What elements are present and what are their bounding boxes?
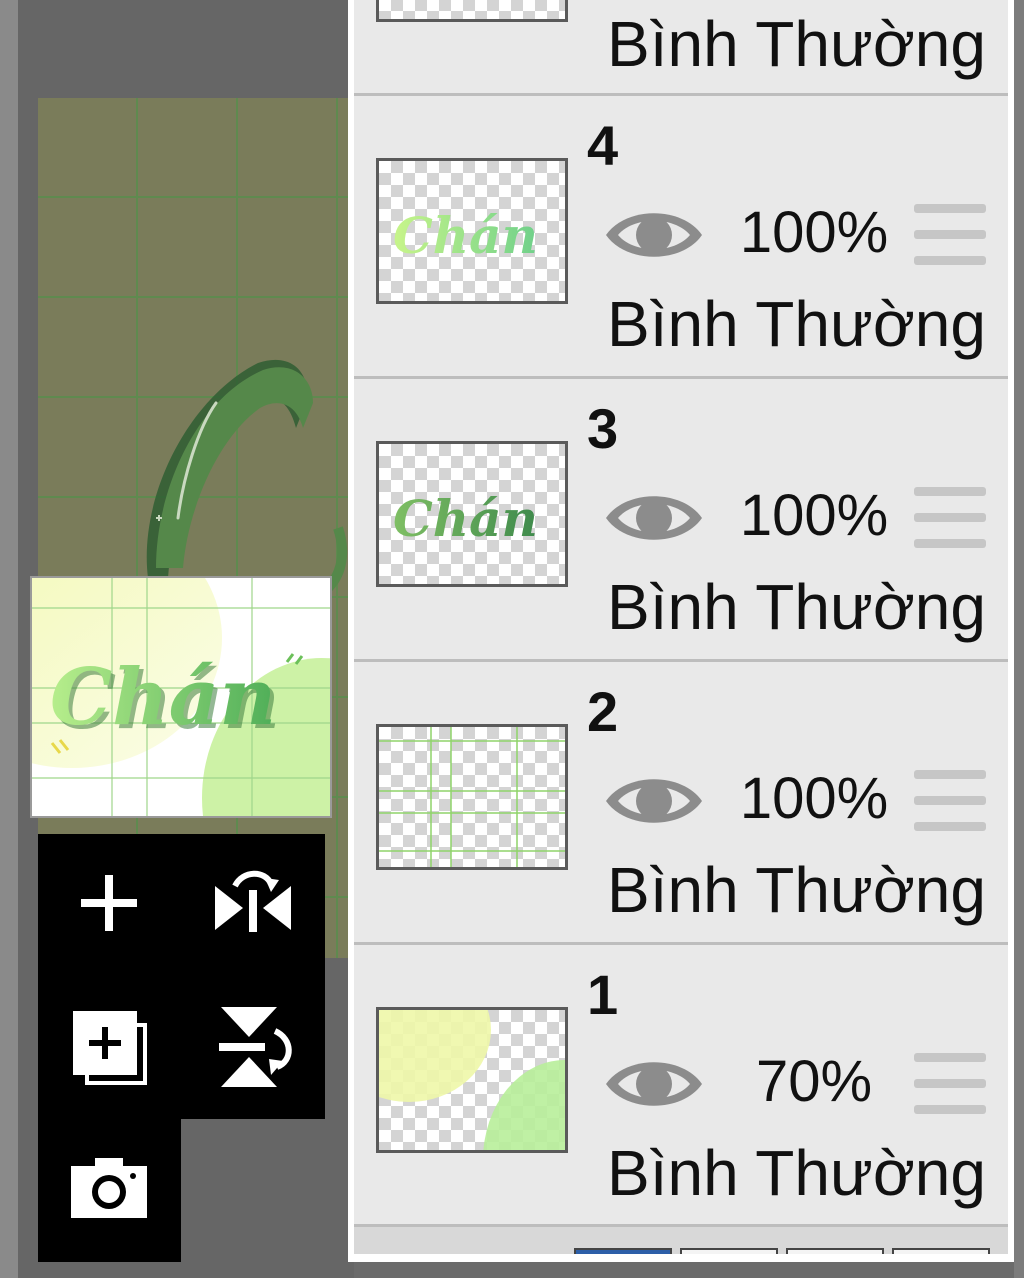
layer-row-3[interactable]: 3 Chán 100% Bình Thường	[354, 379, 1008, 662]
opacity-value[interactable]: 100%	[734, 487, 894, 545]
add-button[interactable]	[54, 848, 164, 958]
visibility-eye-icon[interactable]	[604, 485, 704, 551]
layer-thumbnail[interactable]: Chán	[376, 158, 568, 304]
flip-vertical-button[interactable]	[198, 992, 308, 1102]
flip-vertical-icon	[219, 1007, 292, 1087]
drag-handle-icon[interactable]	[914, 487, 986, 549]
layer-4-artwork: Chán	[393, 206, 538, 265]
layers-bottom-bar	[354, 1224, 1008, 1254]
visibility-eye-icon[interactable]	[604, 202, 704, 268]
thumb-text: Chán	[393, 489, 538, 548]
opacity-value[interactable]: 70%	[734, 1053, 894, 1111]
drag-handle-icon[interactable]	[914, 1053, 986, 1115]
bottom-thumb[interactable]	[574, 1248, 672, 1254]
camera-icon	[71, 1158, 147, 1218]
layer-1-artwork	[379, 1010, 565, 1150]
layer-number: 2	[587, 680, 619, 743]
blend-mode-label[interactable]: Bình Thường	[607, 292, 986, 356]
visibility-eye-icon[interactable]	[604, 1051, 704, 1117]
bottom-thumb[interactable]	[786, 1248, 884, 1254]
blend-mode-label[interactable]: Bình Thường	[607, 858, 986, 922]
thumb-text: Chán	[393, 206, 538, 265]
left-edge-strip	[0, 0, 18, 1278]
layers-panel: Bình Thường 4 Chán 100% Bình Thường 3 Ch…	[348, 0, 1014, 1262]
right-edge-strip	[1014, 0, 1024, 1278]
layer-number: 4	[587, 114, 619, 177]
layer-number: 3	[587, 397, 619, 460]
layer-thumbnail[interactable]	[376, 1007, 568, 1153]
canvas-preview[interactable]: Chán Chán	[30, 576, 332, 818]
add-layer-icon	[73, 1011, 147, 1085]
layer-row-2[interactable]: 2 100% Bình Thường	[354, 662, 1008, 945]
drag-handle-icon[interactable]	[914, 204, 986, 266]
drag-handle-icon[interactable]	[914, 770, 986, 832]
layer-2-artwork	[379, 727, 565, 867]
preview-title-text: Chán	[50, 652, 276, 743]
bottom-thumb[interactable]	[680, 1248, 778, 1254]
blend-mode-label[interactable]: Bình Thường	[607, 575, 986, 639]
drawing-canvas[interactable]	[38, 98, 354, 958]
layer-row-partial[interactable]: Bình Thường	[354, 0, 1008, 96]
opacity-value[interactable]: 100%	[734, 770, 894, 828]
flip-horizontal-icon	[215, 870, 291, 932]
opacity-value[interactable]: 100%	[734, 204, 894, 262]
layer-row-1[interactable]: 1 70% Bình Thường	[354, 945, 1008, 1227]
visibility-eye-icon[interactable]	[604, 768, 704, 834]
layer-thumbnail[interactable]: Chán	[376, 441, 568, 587]
tool-palette	[38, 834, 325, 1119]
preview-artwork: Chán Chán	[32, 578, 330, 816]
add-layer-button[interactable]	[54, 992, 164, 1102]
layer-thumbnail[interactable]	[376, 0, 568, 22]
blend-mode-label[interactable]: Bình Thường	[607, 12, 986, 76]
bottom-thumb[interactable]	[892, 1248, 990, 1254]
camera-button[interactable]	[54, 1133, 164, 1243]
flip-horizontal-button[interactable]	[198, 848, 308, 958]
layer-number: 1	[587, 963, 619, 1026]
layer-thumbnail[interactable]	[376, 724, 568, 870]
plus-icon	[81, 875, 137, 931]
layer-3-artwork: Chán	[393, 489, 538, 548]
tool-palette-extension	[38, 1119, 181, 1262]
blend-mode-label[interactable]: Bình Thường	[607, 1141, 986, 1205]
leaf-artwork	[146, 359, 348, 592]
layer-row-4[interactable]: 4 Chán 100% Bình Thường	[354, 96, 1008, 379]
